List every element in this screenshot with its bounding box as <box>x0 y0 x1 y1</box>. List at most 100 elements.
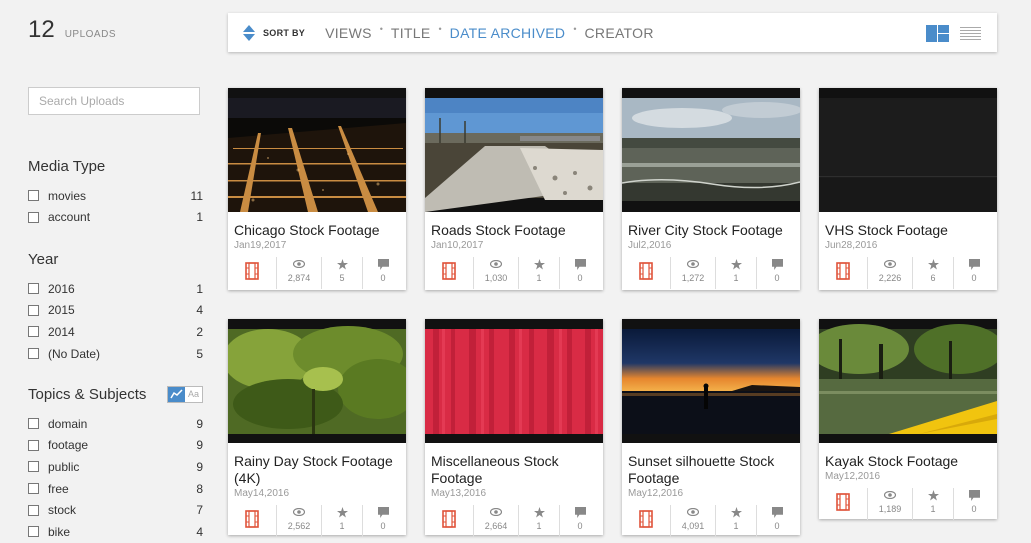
thumbnail-roads[interactable] <box>425 88 603 212</box>
thumbnail-miscellaneous[interactable] <box>425 319 603 443</box>
thumbnail-vhs[interactable] <box>819 88 997 212</box>
thumbnail-sunset-silhouette[interactable] <box>622 319 800 443</box>
reviews-count: 0 <box>577 521 583 531</box>
checkbox[interactable] <box>28 283 39 295</box>
facet-row[interactable]: movies 11 <box>28 185 203 207</box>
star-icon <box>336 258 348 269</box>
item-card[interactable]: Chicago Stock Footage Jan19,2017 2,874 5… <box>228 88 406 290</box>
checkbox[interactable] <box>28 326 39 338</box>
card-date: May12,2016 <box>628 488 684 499</box>
favorites-count: 1 <box>339 521 345 531</box>
checkbox[interactable] <box>28 526 39 538</box>
checkbox[interactable] <box>28 190 39 202</box>
card-title[interactable]: Sunset silhouette Stock Footage <box>622 453 800 487</box>
card-title[interactable]: River City Stock Footage <box>622 222 800 239</box>
media-type <box>228 505 276 537</box>
facet-row[interactable]: footage 9 <box>28 435 203 457</box>
item-card[interactable]: Rainy Day Stock Footage (4K) May14,2016 … <box>228 319 406 537</box>
checkbox[interactable] <box>28 348 39 360</box>
views-stat: 2,562 <box>276 505 321 537</box>
facet-label: bike <box>48 524 71 539</box>
sort-option-title[interactable]: TITLE <box>391 25 431 41</box>
checkbox[interactable] <box>28 504 39 516</box>
favorites-stat: 1 <box>518 257 559 289</box>
separator-dot: • <box>573 23 577 34</box>
thumbnail-river-city[interactable] <box>622 88 800 212</box>
comment-icon <box>574 258 586 270</box>
card-title[interactable]: Rainy Day Stock Footage (4K) <box>228 453 406 487</box>
chart-view-icon[interactable] <box>168 386 185 402</box>
facet-row[interactable]: stock 7 <box>28 499 203 521</box>
facet-row[interactable]: domain 9 <box>28 413 203 435</box>
thumbnail-chicago[interactable] <box>228 88 406 212</box>
facet-title: Topics & Subjects <box>28 385 147 403</box>
star-icon <box>533 258 545 269</box>
facet-media-type: Media Type movies 11 account 1 <box>28 157 203 228</box>
item-card[interactable]: Miscellaneous Stock Footage May13,2016 2… <box>425 319 603 537</box>
tile-view-icon[interactable] <box>926 25 949 42</box>
facet-count: 9 <box>196 416 203 431</box>
media-type <box>819 488 867 520</box>
card-date: Jan10,2017 <box>431 240 484 251</box>
sort-direction-icon[interactable] <box>243 24 255 41</box>
card-date: Jan19,2017 <box>234 240 287 251</box>
search-uploads-input[interactable] <box>28 87 200 115</box>
item-card[interactable]: Roads Stock Footage Jan10,2017 1,030 1 0 <box>425 88 603 290</box>
comment-icon <box>574 506 586 518</box>
checkbox[interactable] <box>28 211 39 223</box>
text-view-toggle[interactable]: Aa <box>185 386 202 402</box>
comment-icon <box>377 258 389 270</box>
facet-row[interactable]: 2015 4 <box>28 300 203 322</box>
facet-label: 2014 <box>48 324 75 339</box>
checkbox[interactable] <box>28 304 39 316</box>
eye-icon <box>884 491 896 499</box>
checkbox[interactable] <box>28 461 39 473</box>
star-icon <box>730 506 742 517</box>
facet-display-toggle[interactable]: Aa <box>167 385 203 403</box>
thumbnail-kayak[interactable] <box>819 319 997 443</box>
card-title[interactable]: VHS Stock Footage <box>819 222 997 239</box>
facet-row[interactable]: 2014 2 <box>28 321 203 343</box>
facet-count: 8 <box>196 481 203 496</box>
favorites-count: 1 <box>930 504 936 514</box>
comment-icon <box>968 489 980 501</box>
facet-row[interactable]: (No Date) 5 <box>28 343 203 365</box>
reviews-count: 0 <box>971 504 977 514</box>
checkbox[interactable] <box>28 439 39 451</box>
sort-option-date-archived[interactable]: DATE ARCHIVED <box>450 25 566 41</box>
facet-label: 2015 <box>48 303 75 318</box>
sort-option-views[interactable]: VIEWS <box>325 25 372 41</box>
reviews-stat: 0 <box>362 505 403 537</box>
thumbnail-rainy-day[interactable] <box>228 319 406 443</box>
item-card[interactable]: River City Stock Footage Jul2,2016 1,272… <box>622 88 800 290</box>
eye-icon <box>293 260 305 268</box>
facet-count: 7 <box>196 503 203 518</box>
card-title[interactable]: Chicago Stock Footage <box>228 222 406 239</box>
facet-count: 5 <box>196 346 203 361</box>
item-card[interactable]: VHS Stock Footage Jun28,2016 2,226 6 0 <box>819 88 997 290</box>
facet-row[interactable]: account 1 <box>28 207 203 229</box>
facet-row[interactable]: 2016 1 <box>28 278 203 300</box>
facet-row[interactable]: free 8 <box>28 478 203 500</box>
card-title[interactable]: Miscellaneous Stock Footage <box>425 453 603 487</box>
facet-row[interactable]: public 9 <box>28 456 203 478</box>
item-card[interactable]: Sunset silhouette Stock Footage May12,20… <box>622 319 800 537</box>
list-view-icon[interactable] <box>960 27 981 41</box>
card-title[interactable]: Kayak Stock Footage <box>819 453 997 470</box>
upload-count: 12 UPLOADS <box>28 16 116 44</box>
views-count: 1,189 <box>878 504 902 514</box>
facet-count: 4 <box>196 303 203 318</box>
checkbox[interactable] <box>28 418 39 430</box>
favorites-stat: 1 <box>715 505 756 537</box>
facet-label: domain <box>48 416 88 431</box>
media-type <box>622 505 670 537</box>
views-count: 2,226 <box>878 273 902 283</box>
facet-row[interactable]: bike 4 <box>28 521 203 543</box>
item-card[interactable]: Kayak Stock Footage May12,2016 1,189 1 0 <box>819 319 997 520</box>
views-stat: 2,664 <box>473 505 518 537</box>
sort-option-creator[interactable]: CREATOR <box>585 25 654 41</box>
facet-count: 9 <box>196 438 203 453</box>
star-icon <box>927 258 939 269</box>
card-title[interactable]: Roads Stock Footage <box>425 222 603 239</box>
checkbox[interactable] <box>28 483 39 495</box>
